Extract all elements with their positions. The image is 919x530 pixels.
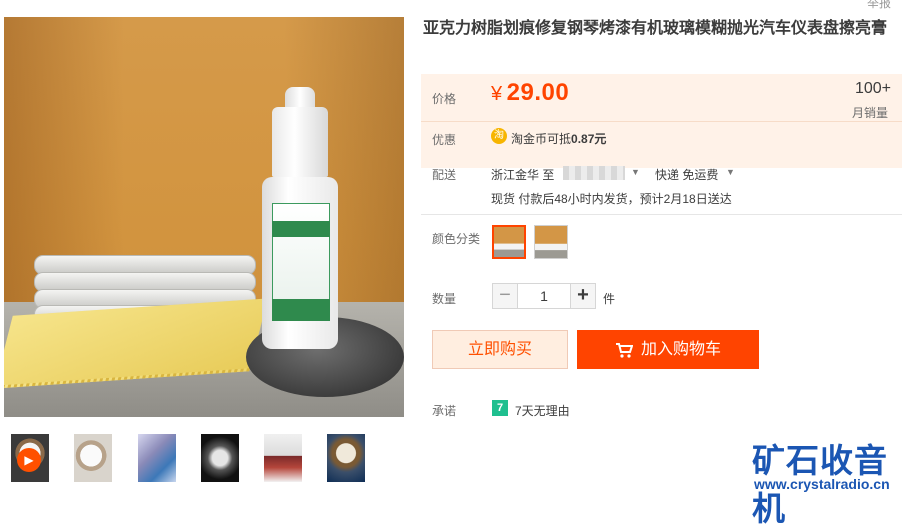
thumbnail-video[interactable]: ▶ <box>11 434 49 482</box>
quantity-increase-button[interactable]: + <box>570 283 596 309</box>
thumbnail[interactable] <box>74 434 112 482</box>
play-icon[interactable]: ▶ <box>17 448 41 472</box>
thumbnail[interactable] <box>201 434 239 482</box>
color-option-image <box>494 227 524 257</box>
price-label: 价格 <box>432 92 457 106</box>
chevron-down-icon[interactable]: ▼ <box>726 167 735 177</box>
currency-symbol: ¥ <box>491 83 503 105</box>
monthly-sales-count: 100+ <box>854 80 891 97</box>
thumbnail-image <box>327 434 365 482</box>
color-option[interactable] <box>534 225 568 259</box>
quantity-decrease-button[interactable]: − <box>492 283 518 309</box>
shipping-label: 配送 <box>432 168 457 182</box>
thumbnail-image <box>74 434 112 482</box>
seven-day-return-icon: 7 <box>492 400 508 416</box>
report-link[interactable]: 举报 <box>867 0 891 11</box>
thumbnail-image <box>201 434 239 482</box>
thumbnail-image <box>264 434 302 482</box>
monthly-sales-label: 月销量 <box>851 106 888 120</box>
image-bottle-band <box>272 299 330 321</box>
shipping-method-selector[interactable]: 快递 免运费 <box>655 166 718 183</box>
buy-now-button[interactable]: 立即购买 <box>432 330 568 369</box>
ship-from-text: 浙江金华 至 <box>491 168 555 182</box>
image-bottle-label <box>272 203 330 309</box>
thumbnail[interactable] <box>327 434 365 482</box>
quantity-unit: 件 <box>603 292 616 306</box>
color-option-selected[interactable] <box>492 225 526 259</box>
price-amount: 29.00 <box>506 79 570 106</box>
promo-label: 优惠 <box>432 133 457 147</box>
color-option-image <box>535 226 567 258</box>
quantity-label: 数量 <box>432 292 457 306</box>
chevron-down-icon[interactable]: ▼ <box>631 167 640 177</box>
color-label: 颜色分类 <box>432 232 481 246</box>
price-divider <box>421 121 902 122</box>
image-bottle-cap <box>272 107 328 177</box>
thumbnail[interactable] <box>264 434 302 482</box>
destination-selector[interactable] <box>563 166 625 180</box>
promise-label: 承诺 <box>432 404 457 418</box>
section-divider <box>421 214 902 215</box>
thumbnail-image <box>138 434 176 482</box>
shipping-note: 现货 付款后48小时内发货，预计2月18日送达 <box>491 192 732 206</box>
image-bottle-band <box>272 221 330 237</box>
main-product-image <box>4 17 404 417</box>
watermark-url: www.crystalradio.cn <box>754 476 890 492</box>
price-value: ¥29.00 <box>491 79 569 107</box>
thumbnail[interactable] <box>138 434 176 482</box>
add-to-cart-label: 加入购物车 <box>640 341 721 358</box>
product-title: 亚克力树脂划痕修复钢琴烤漆有机玻璃模糊抛光汽车仪表盘擦亮膏 <box>423 20 888 37</box>
add-to-cart-button[interactable]: 加入购物车 <box>577 330 759 369</box>
quantity-input[interactable]: 1 <box>518 283 570 309</box>
taojinbi-coin-icon: 淘 <box>491 128 507 144</box>
coupon-text: 淘金币可抵0.87元 <box>511 130 606 147</box>
cart-icon <box>615 342 633 358</box>
coupon-description: 淘金币可抵 <box>511 132 572 146</box>
coupon-value: 0.87元 <box>571 132 607 146</box>
promise-text[interactable]: 7天无理由 <box>515 402 570 419</box>
